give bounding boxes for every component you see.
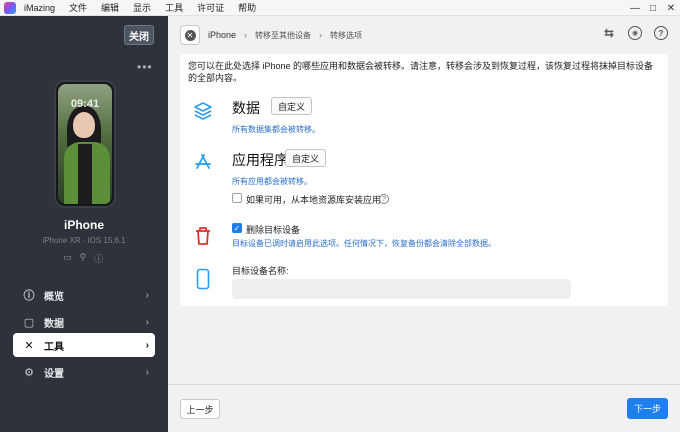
menu-help[interactable]: 帮助 bbox=[238, 1, 256, 14]
chevron-right-icon: › bbox=[145, 366, 149, 378]
sidebar-item-label: 概览 bbox=[44, 291, 64, 303]
app-title: iMazing bbox=[24, 2, 56, 13]
app-logo-icon bbox=[4, 1, 16, 14]
footer-divider bbox=[168, 384, 680, 385]
breadcrumb-separator-icon: › bbox=[319, 30, 323, 40]
swap-icon[interactable]: ⇆ bbox=[602, 26, 616, 40]
apps-description: 所有应用都会被转移。 bbox=[232, 177, 312, 186]
sidebar-item-label: 设置 bbox=[44, 368, 64, 380]
chevron-right-icon: › bbox=[145, 289, 149, 301]
more-options-icon[interactable]: ••• bbox=[137, 60, 153, 74]
device-image: 09:41 bbox=[54, 80, 116, 208]
transfer-options-panel: 您可以在此处选择 iPhone 的哪些应用和数据会被转移。请注意，转移会涉及到恢… bbox=[180, 54, 668, 306]
target-name-input[interactable] bbox=[232, 279, 571, 299]
phone-wallpaper: 09:41 bbox=[58, 84, 112, 204]
erase-target-description: 目标设备已调时请启用此选项。任何情况下，恢复备份都会清除全部数据。 bbox=[232, 239, 496, 248]
title-bar: iMazing 文件 编辑 显示 工具 许可证 帮助 — □ ✕ bbox=[0, 0, 680, 16]
intro-text: 您可以在此处选择 iPhone 的哪些应用和数据会被转移。请注意，转移会涉及到恢… bbox=[188, 61, 654, 83]
sidebar-item-label: 工具 bbox=[44, 341, 64, 353]
sidebar-item-settings[interactable]: ⚙ 设置 › bbox=[13, 360, 155, 384]
menu-tools[interactable]: 工具 bbox=[165, 1, 183, 14]
apps-customize-button[interactable]: 自定义 bbox=[285, 149, 327, 167]
battery-icon: ▭ bbox=[63, 252, 72, 262]
chevron-right-icon: › bbox=[145, 316, 149, 328]
usb-icon: ⚲ bbox=[79, 252, 87, 262]
menu-view[interactable]: 显示 bbox=[133, 1, 151, 14]
phone-clock: 09:41 bbox=[70, 98, 100, 110]
local-library-help-icon[interactable]: ? bbox=[379, 194, 389, 204]
close-circle-icon: ✕ bbox=[184, 29, 196, 41]
device-model-version: iPhone XR · iOS 15.6.1 bbox=[42, 236, 126, 245]
target-name-label: 目标设备名称: bbox=[232, 266, 289, 276]
data-customize-button[interactable]: 自定义 bbox=[271, 97, 313, 115]
breadcrumb-device[interactable]: iPhone bbox=[208, 30, 236, 40]
app-store-icon bbox=[192, 151, 214, 173]
erase-target-checkbox[interactable]: ✓ bbox=[232, 223, 242, 233]
minimize-button[interactable]: — bbox=[626, 0, 644, 16]
info-circle-icon: ⓘ bbox=[23, 290, 35, 302]
menu-file[interactable]: 文件 bbox=[69, 1, 87, 14]
sidebar-item-data[interactable]: ▢ 数据 › bbox=[13, 310, 155, 334]
breadcrumb: ✕ iPhone › 转移至其他设备 › 转移选项 ⇆ ◉ ? bbox=[168, 16, 680, 54]
sidebar-item-tools[interactable]: ✕ 工具 › bbox=[13, 333, 155, 357]
breadcrumb-transfer[interactable]: 转移至其他设备 bbox=[255, 30, 311, 41]
device-name: iPhone bbox=[63, 218, 104, 232]
info-icon[interactable]: ⓘ bbox=[94, 252, 103, 265]
tools-icon: ✕ bbox=[24, 339, 34, 352]
local-library-label: 如果可用，从本地资源库安装应用 bbox=[246, 195, 382, 205]
data-icon: ▢ bbox=[23, 316, 35, 329]
breadcrumb-separator-icon: › bbox=[244, 30, 248, 40]
device-status-icons: ▭ ⚲ ⓘ bbox=[63, 252, 103, 265]
sidebar-item-overview[interactable]: ⓘ 概览 › bbox=[13, 283, 155, 307]
device-badge[interactable]: ✕ bbox=[180, 25, 200, 45]
next-button[interactable]: 下一步 bbox=[627, 398, 668, 419]
close-button[interactable]: 关闭 bbox=[124, 25, 154, 45]
sidebar: 关闭 ••• 09:41 iPhone iPhone XR · iOS 15.6… bbox=[0, 16, 168, 432]
maximize-button[interactable]: □ bbox=[644, 0, 662, 16]
gear-icon: ⚙ bbox=[24, 366, 34, 379]
phone-outline-icon bbox=[192, 268, 214, 290]
apps-section-title: 应用程序 bbox=[232, 152, 288, 168]
menu-edit[interactable]: 编辑 bbox=[101, 1, 119, 14]
breadcrumb-options: 转移选项 bbox=[330, 30, 363, 40]
layers-icon bbox=[192, 100, 214, 122]
account-icon[interactable]: ◉ bbox=[628, 26, 642, 40]
chevron-right-icon: › bbox=[145, 339, 149, 351]
data-section-title: 数据 bbox=[232, 100, 260, 116]
erase-target-label: 删除目标设备 bbox=[246, 225, 301, 235]
window-close-button[interactable]: ✕ bbox=[662, 0, 680, 16]
trash-icon bbox=[192, 225, 214, 247]
previous-button[interactable]: 上一步 bbox=[180, 399, 220, 419]
help-icon[interactable]: ? bbox=[654, 26, 668, 40]
menu-license[interactable]: 许可证 bbox=[197, 1, 224, 14]
account-icon-glyph: ◉ bbox=[631, 30, 639, 37]
local-library-checkbox[interactable] bbox=[232, 193, 242, 203]
data-description: 所有数据集都会被转移。 bbox=[232, 125, 320, 134]
sidebar-item-label: 数据 bbox=[44, 318, 64, 330]
